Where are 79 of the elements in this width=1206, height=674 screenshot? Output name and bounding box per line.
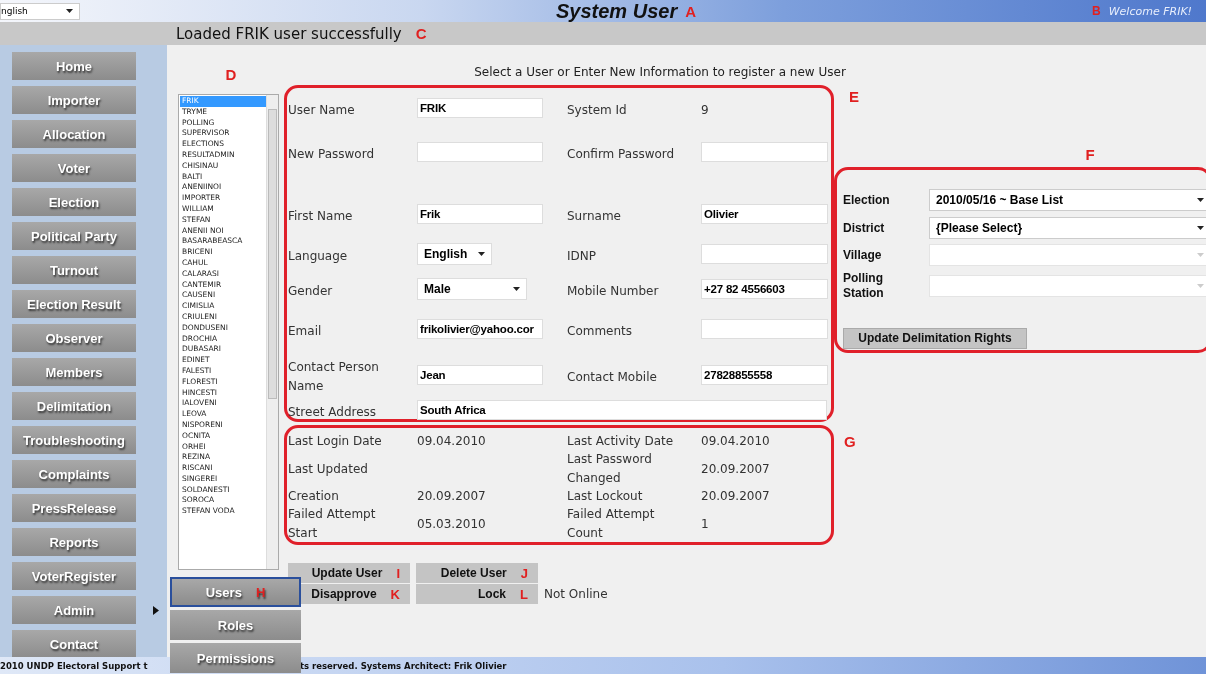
text-field[interactable] <box>701 142 828 162</box>
text-field[interactable]: South Africa <box>417 400 827 420</box>
action-button[interactable]: Update User I <box>288 563 410 583</box>
text-field[interactable] <box>417 142 543 162</box>
field-label: User Name <box>288 102 355 117</box>
callout-letter: E <box>849 87 859 105</box>
info-label: Failed Attempt Count <box>567 507 655 540</box>
info-label: Failed Attempt Start <box>288 507 376 540</box>
text-field[interactable]: 27828855558 <box>701 365 828 385</box>
page-title: System User <box>556 0 678 23</box>
dropdown-caret-icon <box>1197 253 1204 257</box>
callout-letter: F <box>1085 146 1095 163</box>
field-label: Contact Mobile <box>567 369 657 384</box>
dropdown-caret-icon <box>66 9 73 13</box>
callout-letter: A <box>685 2 697 20</box>
text-field[interactable] <box>701 319 828 339</box>
dropdown-caret-icon <box>478 252 485 256</box>
field-value: 9 <box>701 102 709 117</box>
callout-letter: B <box>1092 4 1101 18</box>
callout-letter: G <box>844 433 856 450</box>
text-field[interactable]: Frik <box>417 204 543 224</box>
action-button[interactable]: Delete User J <box>416 563 538 583</box>
field-label: Surname <box>567 208 621 223</box>
text-field[interactable]: FRIK <box>417 98 543 118</box>
field-label: Confirm Password <box>567 146 675 161</box>
dropdown-caret-icon <box>1197 198 1204 202</box>
field-label: Street Address <box>288 404 377 419</box>
field-label: District <box>843 220 886 236</box>
welcome-message: Welcome FRIK! <box>1108 4 1192 18</box>
status-message: Loaded FRIK user successfully <box>176 24 402 43</box>
text-field[interactable]: frikolivier@yahoo.cor <box>417 319 543 339</box>
field-label: Comments <box>567 323 633 338</box>
info-value: 05.03.2010 <box>417 516 486 531</box>
field-label: Mobile Number <box>567 283 659 298</box>
update-rights-button[interactable]: Update Delimitation Rights <box>843 327 1027 349</box>
info-label: Last Login Date <box>288 433 382 448</box>
dropdown-caret-icon <box>1197 284 1204 288</box>
callout-letter: C <box>415 25 427 42</box>
field-label: Election <box>843 192 891 208</box>
info-value: 1 <box>701 516 709 531</box>
field-label: Email <box>288 323 322 338</box>
text-field[interactable] <box>701 244 828 264</box>
info-value: 09.04.2010 <box>417 433 486 448</box>
field-label: System Id <box>567 102 627 117</box>
copyright-text: 2010 UNDP Electoral Support t <box>0 660 149 671</box>
dropdown[interactable]: English <box>417 243 492 265</box>
field-label: First Name <box>288 208 353 223</box>
copyright-text: ts reserved. Systems Architect: Frik Olivier <box>300 660 507 671</box>
info-label: Last Password Changed <box>567 452 652 485</box>
field-label: Village <box>843 247 883 263</box>
info-value: 09.04.2010 <box>701 433 770 448</box>
action-button[interactable]: Lock L <box>416 584 538 604</box>
language-dropdown[interactable]: nglish <box>0 2 80 20</box>
text-field[interactable]: Olivier <box>701 204 828 224</box>
info-value: 20.09.2007 <box>701 461 770 476</box>
info-value: 20.09.2007 <box>417 488 486 503</box>
dropdown-caret-icon <box>1197 226 1204 230</box>
field-label: Language <box>288 248 348 263</box>
info-label: Last Activity Date <box>567 433 674 448</box>
info-label: Creation <box>288 488 339 503</box>
field-label: Polling Station <box>843 271 885 301</box>
field-label: Gender <box>288 283 333 298</box>
text-field[interactable]: +27 82 4556603 <box>701 279 828 299</box>
online-status: Not Online <box>544 587 609 601</box>
dropdown[interactable]: {Please Select} <box>929 217 1206 239</box>
callout-letter: D <box>225 66 237 83</box>
info-label: Last Updated <box>288 461 368 476</box>
info-value: 20.09.2007 <box>701 488 770 503</box>
field-label: Contact Person Name <box>288 360 379 393</box>
field-label: IDNP <box>567 248 596 263</box>
dropdown-caret-icon <box>513 287 520 291</box>
text-field[interactable]: Jean <box>417 365 543 385</box>
scrollbar[interactable] <box>266 95 278 569</box>
dropdown[interactable]: 2010/05/16 ~ Base List <box>929 189 1206 211</box>
dropdown[interactable]: Male <box>417 278 527 300</box>
field-label: New Password <box>288 146 375 161</box>
instruction-text: Select a User or Enter New Information to register a new User <box>474 65 846 79</box>
user-listbox[interactable] <box>178 94 279 570</box>
info-label: Last Lockout <box>567 488 643 503</box>
